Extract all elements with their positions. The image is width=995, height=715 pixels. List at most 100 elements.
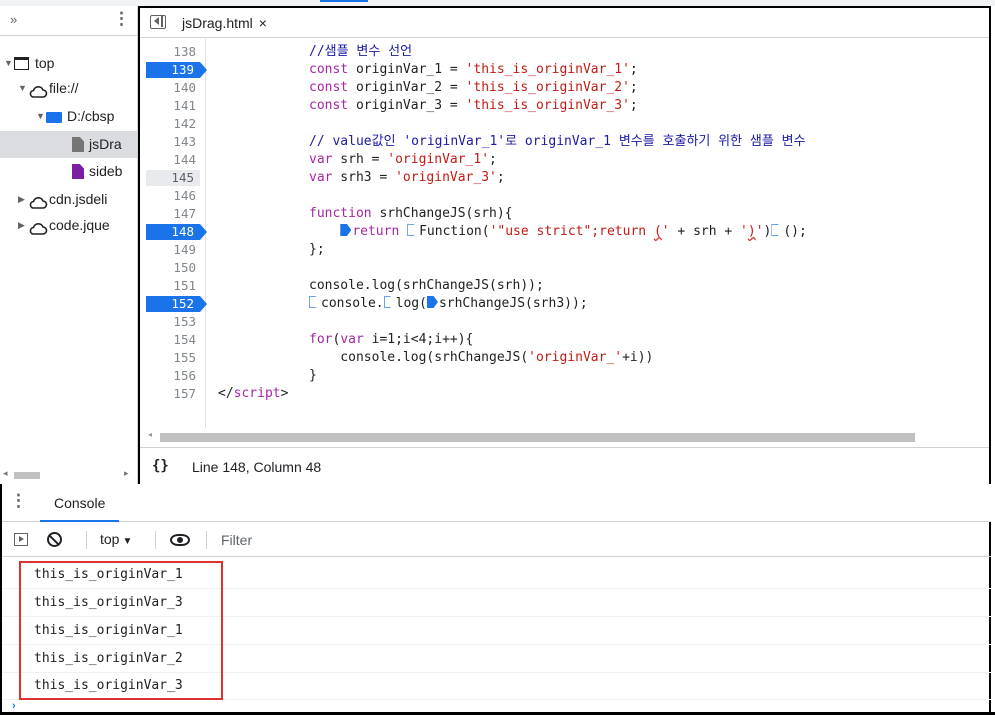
inline-breakpoint-icon[interactable] bbox=[383, 296, 395, 308]
tree-item[interactable]: ▼ file:// bbox=[0, 75, 137, 102]
scroll-right-arrow-icon[interactable]: ▸ bbox=[124, 468, 129, 479]
file-purple-icon bbox=[72, 164, 84, 179]
toggle-navigator-icon[interactable] bbox=[150, 15, 166, 29]
code-line[interactable]: 144 var srh = 'originVar_1'; bbox=[140, 151, 989, 169]
cloud-icon bbox=[28, 218, 48, 239]
breakpoint-marker[interactable]: 152 bbox=[146, 296, 207, 312]
tree-item[interactable]: sideb bbox=[0, 158, 137, 185]
console-prompt-icon[interactable]: › bbox=[12, 700, 16, 712]
line-number[interactable]: 151 bbox=[140, 277, 196, 295]
more-tabs-chevron-icon[interactable]: » bbox=[10, 12, 17, 27]
line-number[interactable]: 156 bbox=[140, 367, 196, 385]
tree-item[interactable]: jsDra bbox=[0, 131, 137, 158]
line-number[interactable]: 140 bbox=[140, 79, 196, 97]
tree-item-label: D:/cbsp bbox=[67, 108, 115, 124]
code-line[interactable]: 153 bbox=[140, 313, 989, 331]
scroll-left-arrow-icon[interactable]: ◂ bbox=[148, 430, 152, 439]
line-number[interactable]: 143 bbox=[140, 133, 196, 151]
expanded-triangle-icon[interactable]: ▼ bbox=[36, 103, 45, 130]
scroll-thumb[interactable] bbox=[160, 433, 915, 442]
frame-icon bbox=[14, 57, 29, 70]
code-text: const originVar_2 = 'this_is_originVar_2… bbox=[309, 80, 638, 95]
code-line[interactable]: 140 const originVar_2 = 'this_is_originVa… bbox=[140, 79, 989, 97]
line-number[interactable]: 138 bbox=[140, 43, 196, 61]
active-inline-breakpoint-icon[interactable] bbox=[340, 224, 352, 236]
editor-statusbar: {} Line 148, Column 48 bbox=[140, 449, 989, 486]
live-expression-eye-icon[interactable] bbox=[170, 534, 190, 546]
code-text: const originVar_1 = 'this_is_originVar_1… bbox=[309, 62, 638, 77]
code-line[interactable]: 139 const originVar_1 = 'this_is_originVa… bbox=[140, 61, 989, 79]
code-line[interactable]: 146 bbox=[140, 187, 989, 205]
code-text: var srh3 = 'originVar_3'; bbox=[309, 170, 505, 185]
scroll-left-arrow-icon[interactable]: ◂ bbox=[3, 468, 8, 479]
tab-label: jsDrag.html bbox=[182, 15, 253, 31]
code-area[interactable]: 138 //샘플 변수 선언 139 const originVar_1 = 'thi… bbox=[140, 39, 989, 428]
line-number[interactable]: 142 bbox=[140, 115, 196, 133]
code-line[interactable]: 154 for(var i=1;i<4;i++){ bbox=[140, 331, 989, 349]
expanded-triangle-icon[interactable]: ▼ bbox=[18, 75, 27, 102]
inline-breakpoint-icon[interactable] bbox=[407, 224, 419, 236]
filter-input[interactable] bbox=[213, 527, 991, 553]
breakpoint-marker[interactable]: 148 bbox=[146, 224, 207, 240]
inline-breakpoint-icon[interactable] bbox=[771, 224, 783, 236]
line-number[interactable]: 149 bbox=[140, 241, 196, 259]
editor-tabbar: jsDrag.html × bbox=[140, 8, 989, 38]
tab-console[interactable]: Console bbox=[40, 484, 120, 522]
collapsed-triangle-icon[interactable]: ▶ bbox=[18, 212, 25, 239]
toolbar-divider bbox=[206, 531, 207, 549]
tree-item-label: jsDra bbox=[89, 136, 122, 152]
active-inline-breakpoint-icon[interactable] bbox=[426, 296, 438, 308]
line-number[interactable]: 153 bbox=[140, 313, 196, 331]
line-number[interactable]: 141 bbox=[140, 97, 196, 115]
code-line[interactable]: 141 const originVar_3 = 'this_is_originVa… bbox=[140, 97, 989, 115]
show-console-sidebar-icon[interactable] bbox=[14, 533, 28, 546]
code-line[interactable]: 151 console.log(srhChangeJS(srh)); bbox=[140, 277, 989, 295]
code-line[interactable]: 145 var srh3 = 'originVar_3'; bbox=[140, 169, 989, 187]
context-selector[interactable]: top ▼ bbox=[100, 531, 132, 547]
code-line[interactable]: 152 console. log(srhChangeJS(srh3)); bbox=[140, 295, 989, 313]
file-icon bbox=[72, 137, 84, 152]
editor-hscrollbar[interactable]: ◂ bbox=[140, 428, 989, 448]
code-line[interactable]: 157 </script> bbox=[140, 385, 989, 403]
line-number[interactable]: 157 bbox=[140, 385, 196, 403]
navigator-menu-kebab-icon[interactable]: ⋮ bbox=[113, 10, 130, 28]
clear-console-icon[interactable] bbox=[47, 532, 62, 547]
code-line[interactable]: 138 //샘플 변수 선언 bbox=[140, 43, 989, 61]
code-line[interactable]: 155 console.log(srhChangeJS('originVar_'… bbox=[140, 349, 989, 367]
line-number[interactable]: 154 bbox=[140, 331, 196, 349]
tab-jsdrag-html[interactable]: jsDrag.html × bbox=[174, 8, 275, 38]
code-line[interactable]: 142 bbox=[140, 115, 989, 133]
breakpoint-marker[interactable]: 139 bbox=[146, 62, 207, 78]
toolbar-divider bbox=[155, 531, 156, 549]
tree-item[interactable]: ▼ D:/cbsp bbox=[0, 103, 137, 130]
expanded-triangle-icon[interactable]: ▼ bbox=[4, 50, 13, 77]
line-number[interactable]: 146 bbox=[140, 187, 196, 205]
navigator-hscrollbar[interactable]: ◂ ▸ bbox=[0, 468, 137, 483]
context-label: top bbox=[100, 531, 120, 547]
code-line[interactable]: 148 return Function('"use strict";return… bbox=[140, 223, 989, 241]
tree-item[interactable]: ▶ code.jque bbox=[0, 212, 137, 239]
line-number: 139 bbox=[171, 62, 194, 77]
scroll-thumb[interactable] bbox=[14, 472, 40, 479]
toolbar-divider bbox=[86, 531, 87, 549]
code-line[interactable]: 143 // value값인 'originVar_1'로 originVar_1… bbox=[140, 133, 989, 151]
line-number[interactable]: 150 bbox=[140, 259, 196, 277]
console-drawer: ⋮ Console top▼ this_is_originVar_3this_i… bbox=[0, 484, 991, 715]
collapsed-triangle-icon[interactable]: ▶ bbox=[18, 186, 25, 213]
code-line[interactable]: 156} bbox=[140, 367, 989, 385]
line-number[interactable]: 147 bbox=[140, 205, 196, 223]
close-tab-icon[interactable]: × bbox=[259, 15, 267, 31]
tree-item[interactable]: ▼ top bbox=[0, 50, 137, 77]
line-number-hover[interactable]: 145 bbox=[146, 170, 200, 186]
code-line[interactable]: 149}; bbox=[140, 241, 989, 259]
drawer-menu-kebab-icon[interactable]: ⋮ bbox=[10, 491, 27, 511]
code-line[interactable]: 150 bbox=[140, 259, 989, 277]
navigator-header: » ⋮ bbox=[0, 6, 137, 36]
line-number[interactable]: 155 bbox=[140, 349, 196, 367]
tree-item[interactable]: ▶ cdn.jsdeli bbox=[0, 186, 137, 213]
inline-breakpoint-icon[interactable] bbox=[309, 296, 320, 308]
code-text: // value값인 'originVar_1'로 originVar_1 변수… bbox=[309, 134, 806, 149]
line-number[interactable]: 144 bbox=[140, 151, 196, 169]
code-line[interactable]: 147 function srhChangeJS(srh){ bbox=[140, 205, 989, 223]
pretty-print-icon[interactable]: {} bbox=[152, 458, 169, 474]
